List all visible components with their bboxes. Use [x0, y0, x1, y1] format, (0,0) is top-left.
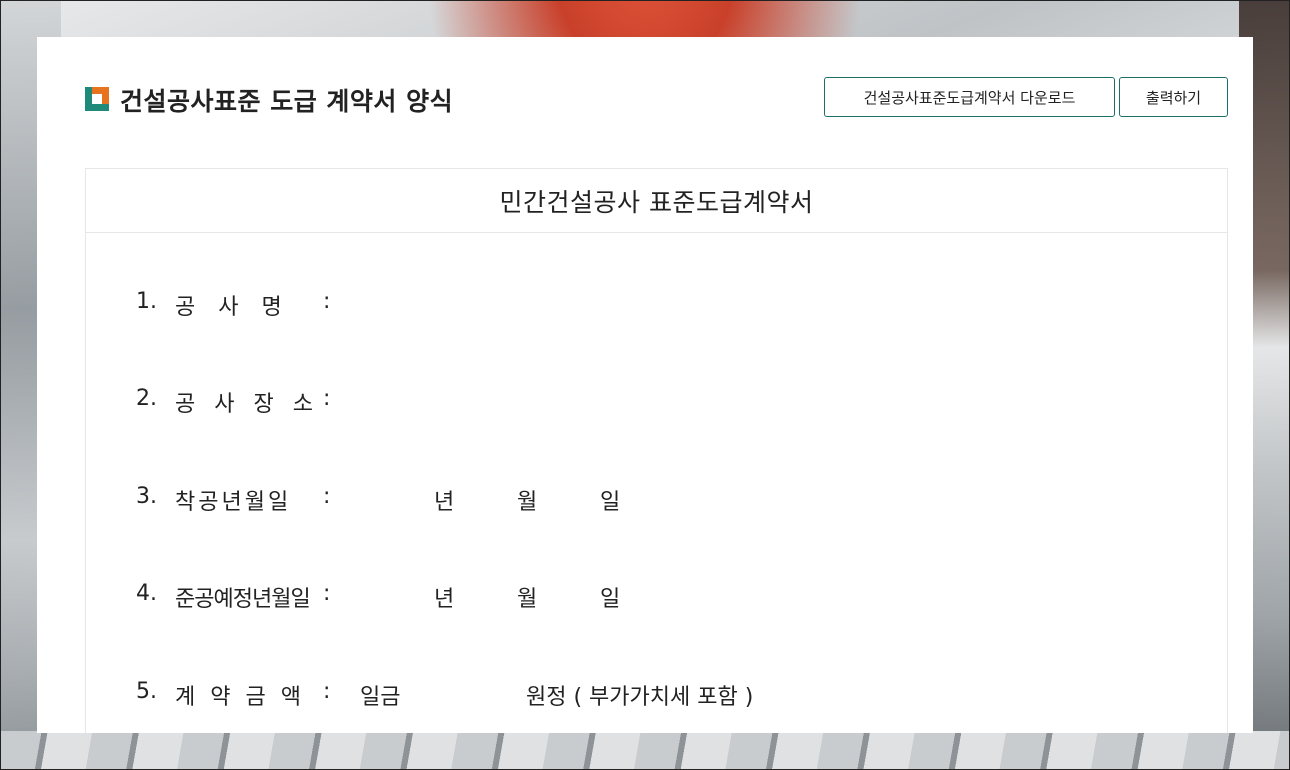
contract-document: 민간건설공사 표준도급계약서 1. 공 사 명 : 2. 공 사 장 소 : 3… [85, 168, 1228, 733]
amount-prefix: 일금 [360, 685, 401, 710]
item-colon: : [323, 484, 331, 509]
year-label: 년 [434, 587, 455, 612]
year-label: 년 [434, 490, 455, 515]
item-number: 1. [136, 289, 157, 314]
item-colon: : [323, 289, 331, 314]
item-number: 2. [136, 386, 157, 411]
day-label: 일 [600, 490, 621, 515]
square-logo-icon [85, 87, 109, 111]
item-number: 4. [136, 581, 157, 606]
amount-suffix: 원정 ( 부가가치세 포함 ) [526, 685, 754, 710]
document-title-bar: 민간건설공사 표준도급계약서 [86, 169, 1227, 233]
item-colon: : [323, 386, 331, 411]
background-bottom [1, 731, 1289, 769]
month-label: 월 [517, 587, 538, 612]
item-label: 계 약 금 액 [175, 685, 305, 710]
day-label: 일 [600, 587, 621, 612]
page-title: 건설공사표준 도급 계약서 양식 [120, 87, 454, 116]
month-label: 월 [517, 490, 538, 515]
item-colon: : [323, 679, 331, 704]
item-label: 준공예정년월일 [175, 587, 311, 612]
download-contract-button[interactable]: 건설공사표준도급계약서 다운로드 [824, 77, 1115, 117]
item-number: 3. [136, 484, 157, 509]
contract-form-card: 건설공사표준 도급 계약서 양식 건설공사표준도급계약서 다운로드 출력하기 민… [37, 37, 1253, 733]
item-label: 공 사 장 소 [175, 392, 319, 417]
item-colon: : [323, 581, 331, 606]
document-title: 민간건설공사 표준도급계약서 [499, 187, 814, 217]
item-label: 착공년월일 [175, 490, 292, 515]
item-label: 공 사 명 [175, 295, 290, 320]
print-button[interactable]: 출력하기 [1119, 77, 1228, 117]
item-number: 5. [136, 679, 157, 704]
